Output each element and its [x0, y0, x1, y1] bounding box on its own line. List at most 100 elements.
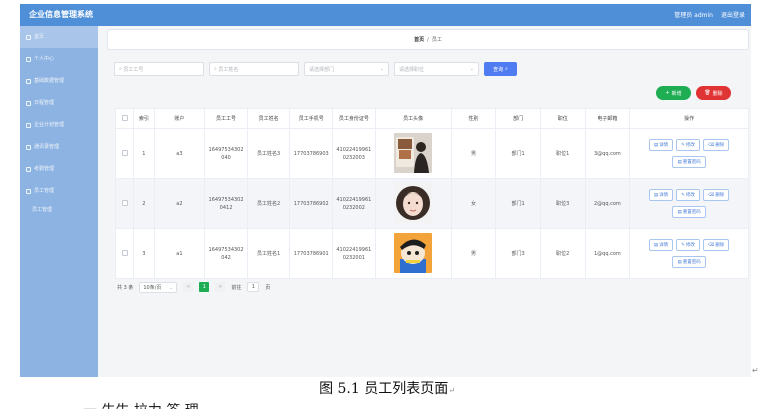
cell-phone: 17703786902 [289, 178, 334, 229]
col-index: 索引 [133, 108, 155, 129]
search-bar: ⌕ 员工工号 ⌕ 员工姓名 请选择部门 ⌄ 请选择职位 ⌄ 查询 ⌕ [114, 61, 517, 77]
cell-name: 员工姓名1 [246, 228, 291, 279]
cell-email: 2@qq.com [584, 178, 631, 229]
select-all-checkbox[interactable] [114, 108, 135, 129]
emp-name-input[interactable]: ⌕ 员工姓名 [209, 62, 299, 76]
col-email: 电子邮箱 [584, 108, 631, 129]
cell-dept: 部门1 [495, 178, 541, 229]
edit-button[interactable]: ✎ 修改 [676, 239, 700, 251]
cell-account: a1 [153, 228, 206, 279]
cell-avatar [374, 228, 452, 279]
page-1-button[interactable]: 1 [199, 282, 210, 292]
cell-emp-no: 164975343020412 [204, 178, 248, 229]
avatar-image[interactable] [394, 132, 433, 173]
cell-index: 2 [133, 178, 155, 229]
post-select[interactable]: 请选择职位 ⌄ [394, 62, 479, 76]
paragraph-mark: ↵ [752, 366, 759, 375]
detail-button[interactable]: ▤ 详情 [648, 239, 674, 251]
sidebar-item-attendance[interactable]: 考勤管理 [20, 158, 98, 180]
sidebar-item-schedule[interactable]: 日程管理 [20, 92, 98, 114]
row-delete-button[interactable]: ⌫ 删除 [702, 139, 730, 151]
cell-index: 1 [133, 128, 155, 179]
sidebar-item-home[interactable]: 首页 [20, 26, 98, 48]
user-icon [26, 56, 31, 62]
emp-no-input[interactable]: ⌕ 员工工号 [114, 62, 204, 76]
breadcrumb-home[interactable]: 首页 [414, 36, 424, 43]
cell-ops: ▤ 详情 ✎ 修改 ⌫ 删除 ▤ 重置密码 [629, 178, 749, 229]
figure-caption: 图 5.1 员工列表页面↵ [319, 381, 455, 397]
table-row: 3 a1 16497534302042 员工姓名1 17703786901 41… [114, 228, 749, 279]
sidebar-item-contacts[interactable]: 通讯录管理 [20, 136, 98, 158]
reset-password-button[interactable]: ▤ 重置密码 [672, 256, 706, 268]
reset-password-button[interactable]: ▤ 重置密码 [672, 156, 706, 168]
sidebar-item-profile[interactable]: 个人中心 [20, 48, 98, 70]
sidebar-item-plan[interactable]: 企业计划管理 [20, 114, 98, 136]
document-icon: ▤ [677, 159, 682, 165]
cell-email: 3@qq.com [584, 128, 631, 179]
page-size-select[interactable]: 10条/页 ⌄ [139, 281, 178, 293]
avatar-image[interactable] [394, 232, 433, 273]
reset-password-button[interactable]: ▤ 重置密码 [672, 206, 706, 218]
home-icon [26, 34, 31, 40]
document-icon: ▤ [653, 142, 659, 148]
edit-button[interactable]: ✎ 修改 [676, 139, 700, 151]
current-user: 管理员 admin [674, 12, 713, 19]
cell-avatar [374, 178, 452, 229]
row-checkbox[interactable] [114, 128, 135, 179]
cell-phone: 17703786901 [289, 228, 334, 279]
cell-name: 员工姓名3 [246, 128, 291, 179]
trash-icon: ⌫ [707, 242, 715, 248]
cell-id-card: 410224199610232002 [332, 178, 376, 229]
row-delete-button[interactable]: ⌫ 删除 [702, 239, 730, 251]
employees-icon [26, 188, 31, 194]
cell-index: 3 [133, 228, 155, 279]
paragraph-mark: ↵ [448, 386, 455, 395]
app-brand: 企业信息管理系统 [29, 10, 93, 19]
document-icon: ▤ [653, 242, 659, 248]
cell-gender: 男 [450, 228, 497, 279]
cell-post: 职位1 [539, 128, 586, 179]
search-icon: ⌕ [505, 66, 508, 72]
add-button[interactable]: + 新增 [656, 86, 691, 100]
dept-select[interactable]: 请选择部门 ⌄ [304, 62, 389, 76]
avatar-image[interactable] [394, 182, 433, 223]
goto-label: 前往 [231, 284, 242, 291]
cell-account: a2 [153, 178, 206, 229]
col-name: 员工姓名 [246, 108, 291, 129]
cell-dept: 部门3 [495, 228, 541, 279]
pagination-total: 共 3 条 [117, 284, 134, 291]
col-emp-no: 员工工号 [204, 108, 248, 129]
col-gender: 性别 [450, 108, 497, 129]
cell-gender: 男 [450, 128, 497, 179]
col-dept: 部门 [495, 108, 541, 129]
query-button[interactable]: 查询 ⌕ [484, 62, 517, 76]
cell-gender: 女 [450, 178, 497, 229]
edit-button[interactable]: ✎ 修改 [676, 189, 700, 201]
cell-dept: 部门1 [495, 128, 541, 179]
cell-post: 职位2 [539, 228, 586, 279]
chevron-down-icon: ⌄ [169, 284, 174, 291]
employee-table: 索引 账户 员工工号 员工姓名 员工手机号 员工身份证号 员工头像 性别 部门 … [114, 108, 749, 279]
cell-avatar [374, 128, 452, 179]
sidebar-subitem-employees[interactable]: 员工管理 [20, 202, 98, 218]
row-checkbox[interactable] [114, 228, 135, 279]
toolbar: + 新增 🗑 删除 [656, 86, 731, 100]
goto-page-input[interactable]: 1 [247, 282, 260, 292]
sidebar: 首页 个人中心 基础数据管理 日程管理 企业计划管理 通讯录管理 考勤管理 员工… [20, 26, 98, 377]
row-delete-button[interactable]: ⌫ 删除 [702, 189, 730, 201]
detail-button[interactable]: ▤ 详情 [648, 139, 674, 151]
cell-id-card: 410224199610232003 [332, 128, 376, 179]
pencil-icon: ✎ [681, 142, 685, 148]
logout-link[interactable]: 退出登录 [721, 10, 745, 19]
delete-button[interactable]: 🗑 删除 [696, 86, 731, 100]
cell-name: 员工姓名2 [246, 178, 291, 229]
detail-button[interactable]: ▤ 详情 [648, 189, 674, 201]
trash-icon: ⌫ [707, 192, 715, 198]
sidebar-item-basic-data[interactable]: 基础数据管理 [20, 70, 98, 92]
next-page-button[interactable]: > [215, 282, 226, 292]
document-page: 企业信息管理系统 管理员 admin 退出登录 首页 个人中心 基础数据管理 日… [0, 0, 774, 409]
prev-page-button[interactable]: < [183, 282, 194, 292]
row-checkbox[interactable] [114, 178, 135, 229]
breadcrumb-current: 员工 [431, 37, 442, 43]
plus-icon: + [665, 90, 670, 96]
